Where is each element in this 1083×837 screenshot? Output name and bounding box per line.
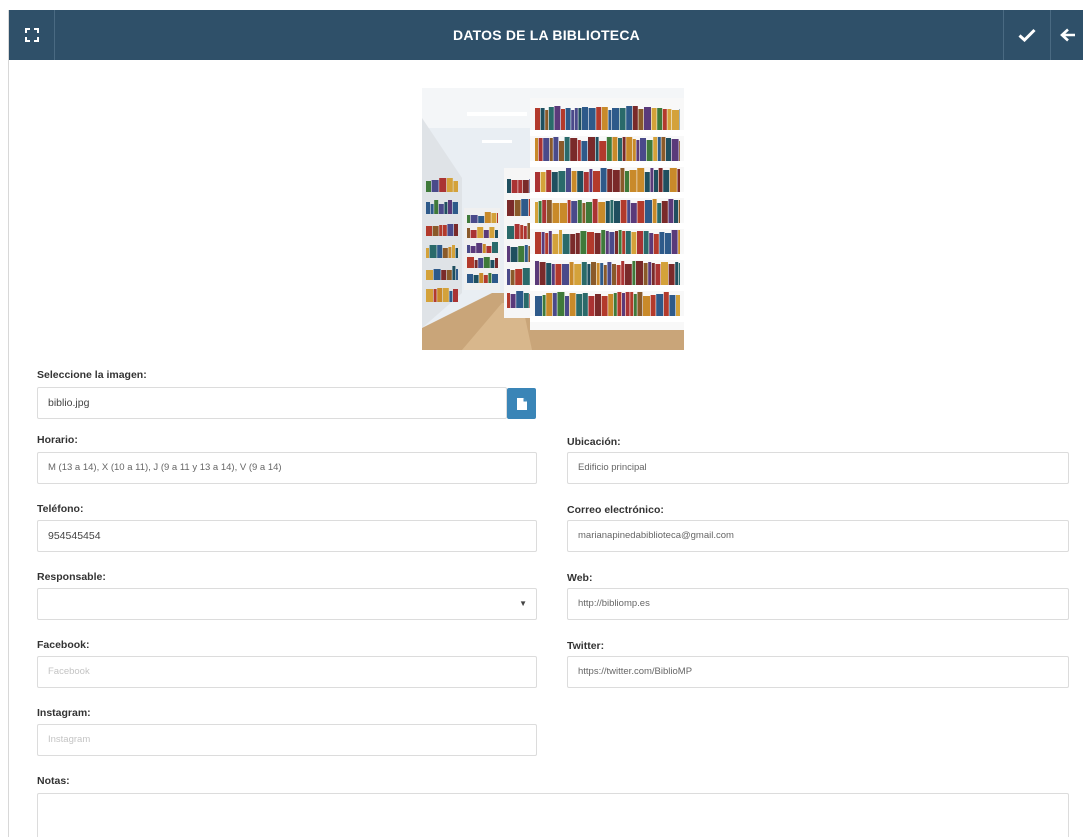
chevron-down-icon: ▼ [519, 599, 527, 608]
arrow-left-icon [1059, 28, 1075, 42]
library-photo [422, 88, 684, 350]
ubicacion-input[interactable]: Edificio principal [567, 452, 1069, 484]
file-icon [516, 397, 527, 410]
notas-label: Notas: [37, 775, 70, 787]
notas-textarea[interactable] [37, 793, 1069, 837]
horario-input[interactable]: M (13 a 14), X (10 a 11), J (9 a 11 y 13… [37, 452, 537, 484]
page-title: DATOS DE LA BIBLIOTECA [453, 27, 640, 43]
checkmark-icon [1017, 28, 1036, 42]
horario-label: Horario: [37, 434, 78, 446]
telefono-input[interactable]: 954545454 [37, 520, 537, 552]
expand-icon [24, 28, 39, 42]
instagram-label: Instagram: [37, 707, 91, 719]
image-filename-input[interactable]: biblio.jpg [37, 387, 507, 419]
header-bar: DATOS DE LA BIBLIOTECA [9, 10, 1083, 60]
web-input[interactable]: http://bibliomp.es [567, 588, 1069, 620]
twitter-label: Twitter: [567, 640, 605, 652]
responsable-label: Responsable: [37, 571, 106, 583]
responsable-select[interactable]: ▼ [37, 588, 537, 620]
facebook-label: Facebook: [37, 639, 90, 651]
telefono-label: Teléfono: [37, 503, 84, 515]
correo-input[interactable]: marianapinedabiblioteca@gmail.com [567, 520, 1069, 552]
correo-label: Correo electrónico: [567, 504, 664, 516]
twitter-input[interactable]: https://twitter.com/BiblioMP [567, 656, 1069, 688]
back-button[interactable] [1050, 10, 1083, 60]
facebook-input[interactable]: Facebook [37, 656, 537, 688]
image-label: Seleccione la imagen: [37, 369, 147, 381]
web-label: Web: [567, 572, 593, 584]
save-button[interactable] [1003, 10, 1049, 60]
instagram-input[interactable]: Instagram [37, 724, 537, 756]
expand-button[interactable] [9, 10, 55, 60]
ubicacion-label: Ubicación: [567, 436, 621, 448]
library-data-form: DATOS DE LA BIBLIOTECA Seleccione la ima… [8, 10, 1083, 837]
select-file-button[interactable] [507, 388, 536, 419]
